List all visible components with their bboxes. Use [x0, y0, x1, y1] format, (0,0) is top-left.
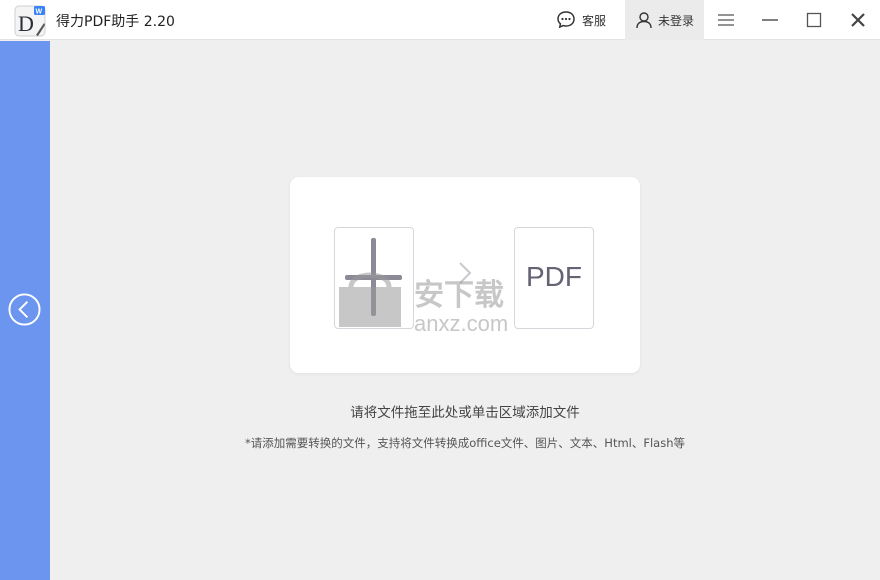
customer-service-button[interactable]: 客服 — [556, 0, 618, 40]
maximize-button[interactable] — [794, 0, 834, 40]
login-button[interactable]: 未登录 — [625, 0, 704, 40]
pdf-target-label: PDF — [526, 261, 582, 292]
svg-text:W: W — [36, 9, 43, 16]
drop-instruction: 请将文件拖至此处或单击区域添加文件 — [350, 405, 580, 421]
menu-button[interactable] — [706, 0, 746, 40]
svg-text:D: D — [18, 11, 34, 36]
sidebar — [0, 41, 50, 580]
source-file-placeholder — [334, 227, 414, 329]
file-drop-zone[interactable]: PDF 安下载 anxz.com — [290, 177, 640, 373]
chat-bubble-icon — [557, 11, 575, 29]
minimize-icon — [762, 19, 778, 21]
login-status-label: 未登录 — [657, 13, 694, 28]
title-bar: D W 得力PDF助手 2.20 客服 未登录 — [0, 0, 880, 40]
add-file-icon — [345, 238, 402, 316]
supported-formats-note: *请添加需要转换的文件，支持将文件转换成office文件、图片、文本、Html、… — [245, 436, 685, 450]
close-icon — [851, 13, 865, 27]
minimize-button[interactable] — [750, 0, 790, 40]
main-area: PDF 安下载 anxz.com 请将文件拖至此处或单击区域添加文件 *请添加需… — [50, 41, 880, 580]
svg-text:anxz.com: anxz.com — [414, 311, 508, 335]
pdf-target-placeholder: PDF — [514, 227, 594, 329]
user-icon — [636, 12, 652, 29]
chevron-left-circle-icon[interactable] — [8, 293, 41, 326]
convert-arrow-icon — [459, 262, 472, 284]
close-button[interactable] — [838, 0, 878, 40]
hamburger-menu-icon — [718, 14, 734, 26]
app-title: 得力PDF助手 2.20 — [56, 14, 175, 30]
maximize-icon — [806, 12, 822, 28]
app-logo-icon: D W — [14, 5, 46, 37]
customer-service-label: 客服 — [582, 13, 607, 28]
